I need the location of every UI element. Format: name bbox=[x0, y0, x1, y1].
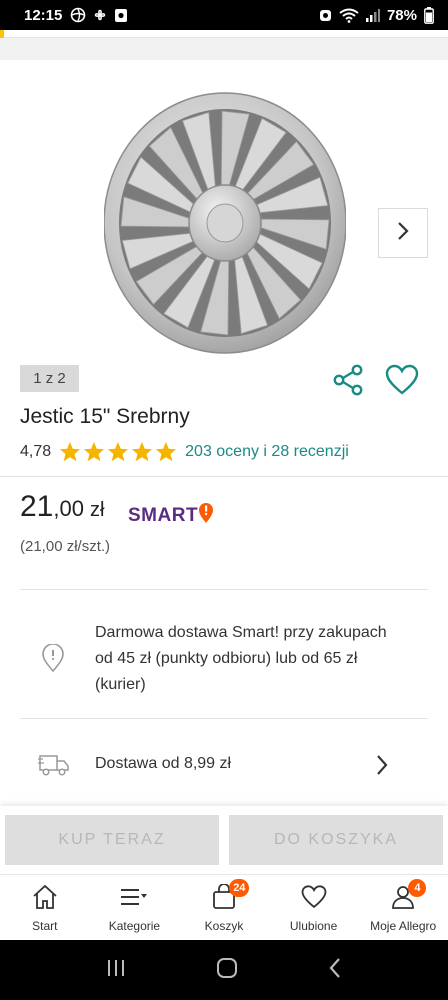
star-icon bbox=[84, 441, 105, 462]
battery-icon bbox=[424, 6, 434, 24]
nav-label: Koszyk bbox=[204, 919, 244, 933]
unit-price: (21,00 zł/szt.) bbox=[20, 538, 111, 555]
menu-icon bbox=[119, 884, 149, 915]
alarm-icon bbox=[319, 8, 332, 22]
buy-now-button[interactable]: KUP TERAZ bbox=[5, 815, 219, 865]
divider bbox=[20, 589, 428, 590]
add-to-cart-button[interactable]: DO KOSZYKA bbox=[229, 815, 443, 865]
nav-item-koszyk[interactable]: 24 Koszyk bbox=[179, 875, 269, 940]
share-icon[interactable] bbox=[332, 364, 364, 401]
divider bbox=[20, 718, 428, 719]
smart-badge: SMART bbox=[128, 502, 214, 529]
nav-item-start[interactable]: Start bbox=[0, 875, 90, 940]
nav-label: Start bbox=[32, 919, 58, 933]
location-pin-icon bbox=[40, 643, 66, 679]
status-bar: 12:15 78% bbox=[0, 0, 448, 30]
price-currency: zł bbox=[89, 499, 105, 521]
chevron-right-icon bbox=[395, 220, 411, 247]
delivery-cost[interactable]: Dostawa od 8,99 zł bbox=[95, 755, 231, 773]
star-icon bbox=[156, 441, 177, 462]
system-nav-bar bbox=[0, 940, 448, 1000]
cart-badge: 24 bbox=[229, 879, 250, 897]
battery-percent: 78% bbox=[386, 6, 417, 24]
star-icon bbox=[132, 441, 153, 462]
account-badge: 4 bbox=[408, 879, 427, 897]
rating-score: 4,78 bbox=[20, 442, 52, 460]
back-icon[interactable] bbox=[327, 957, 343, 984]
star-icon bbox=[108, 441, 129, 462]
price-integer: 21 bbox=[20, 490, 54, 523]
action-bar: KUP TERAZ DO KOSZYKA bbox=[0, 806, 448, 874]
nav-label: Kategorie bbox=[108, 919, 161, 933]
reviews-link[interactable]: 203 oceny i 28 recenzji bbox=[185, 443, 349, 461]
nav-item-ulubione[interactable]: Ulubione bbox=[269, 875, 359, 940]
app-icon bbox=[114, 8, 128, 23]
accent-marker bbox=[0, 30, 4, 38]
top-strip bbox=[0, 30, 448, 38]
nav-item-kategorie[interactable]: Kategorie bbox=[90, 875, 180, 940]
home-button-icon[interactable] bbox=[216, 957, 238, 984]
nav-label: Ulubione bbox=[289, 919, 338, 933]
smart-label: SMART bbox=[128, 504, 199, 526]
bottom-nav: Start Kategorie 24 Koszyk Ulubione 4 Moj… bbox=[0, 874, 448, 940]
product-title: Jestic 15" Srebrny bbox=[20, 405, 190, 428]
free-delivery-info: Darmowa dostawa Smart! przy zakupach od … bbox=[95, 624, 387, 693]
price: 21 ,00 zł bbox=[20, 490, 104, 524]
signal-icon bbox=[365, 8, 380, 22]
nav-item-moje-allegro[interactable]: 4 Moje Allegro bbox=[358, 875, 448, 940]
heart-icon[interactable] bbox=[385, 364, 419, 401]
chevron-right-icon[interactable] bbox=[372, 752, 392, 783]
rating-row: 4,78 203 oceny i 28 recenzji bbox=[20, 441, 349, 462]
home-icon bbox=[31, 884, 59, 915]
recent-apps-icon[interactable] bbox=[105, 958, 127, 983]
rating-stars bbox=[59, 441, 177, 462]
status-time: 12:15 bbox=[24, 6, 63, 24]
price-decimal: ,00 bbox=[53, 496, 84, 521]
gallery-next-button[interactable] bbox=[378, 208, 428, 258]
smart-pin-icon bbox=[198, 502, 214, 529]
fan-icon bbox=[92, 7, 108, 23]
wifi-icon bbox=[339, 8, 359, 23]
section-gap bbox=[0, 38, 448, 60]
divider bbox=[0, 476, 448, 477]
product-photo[interactable] bbox=[103, 92, 347, 359]
product-gallery[interactable] bbox=[0, 60, 448, 360]
wind-icon bbox=[70, 7, 86, 23]
heart-icon bbox=[301, 884, 327, 915]
truck-icon bbox=[38, 752, 70, 783]
nav-label: Moje Allegro bbox=[370, 919, 437, 933]
gallery-pager: 1 z 2 bbox=[20, 365, 79, 392]
star-icon bbox=[60, 441, 81, 462]
